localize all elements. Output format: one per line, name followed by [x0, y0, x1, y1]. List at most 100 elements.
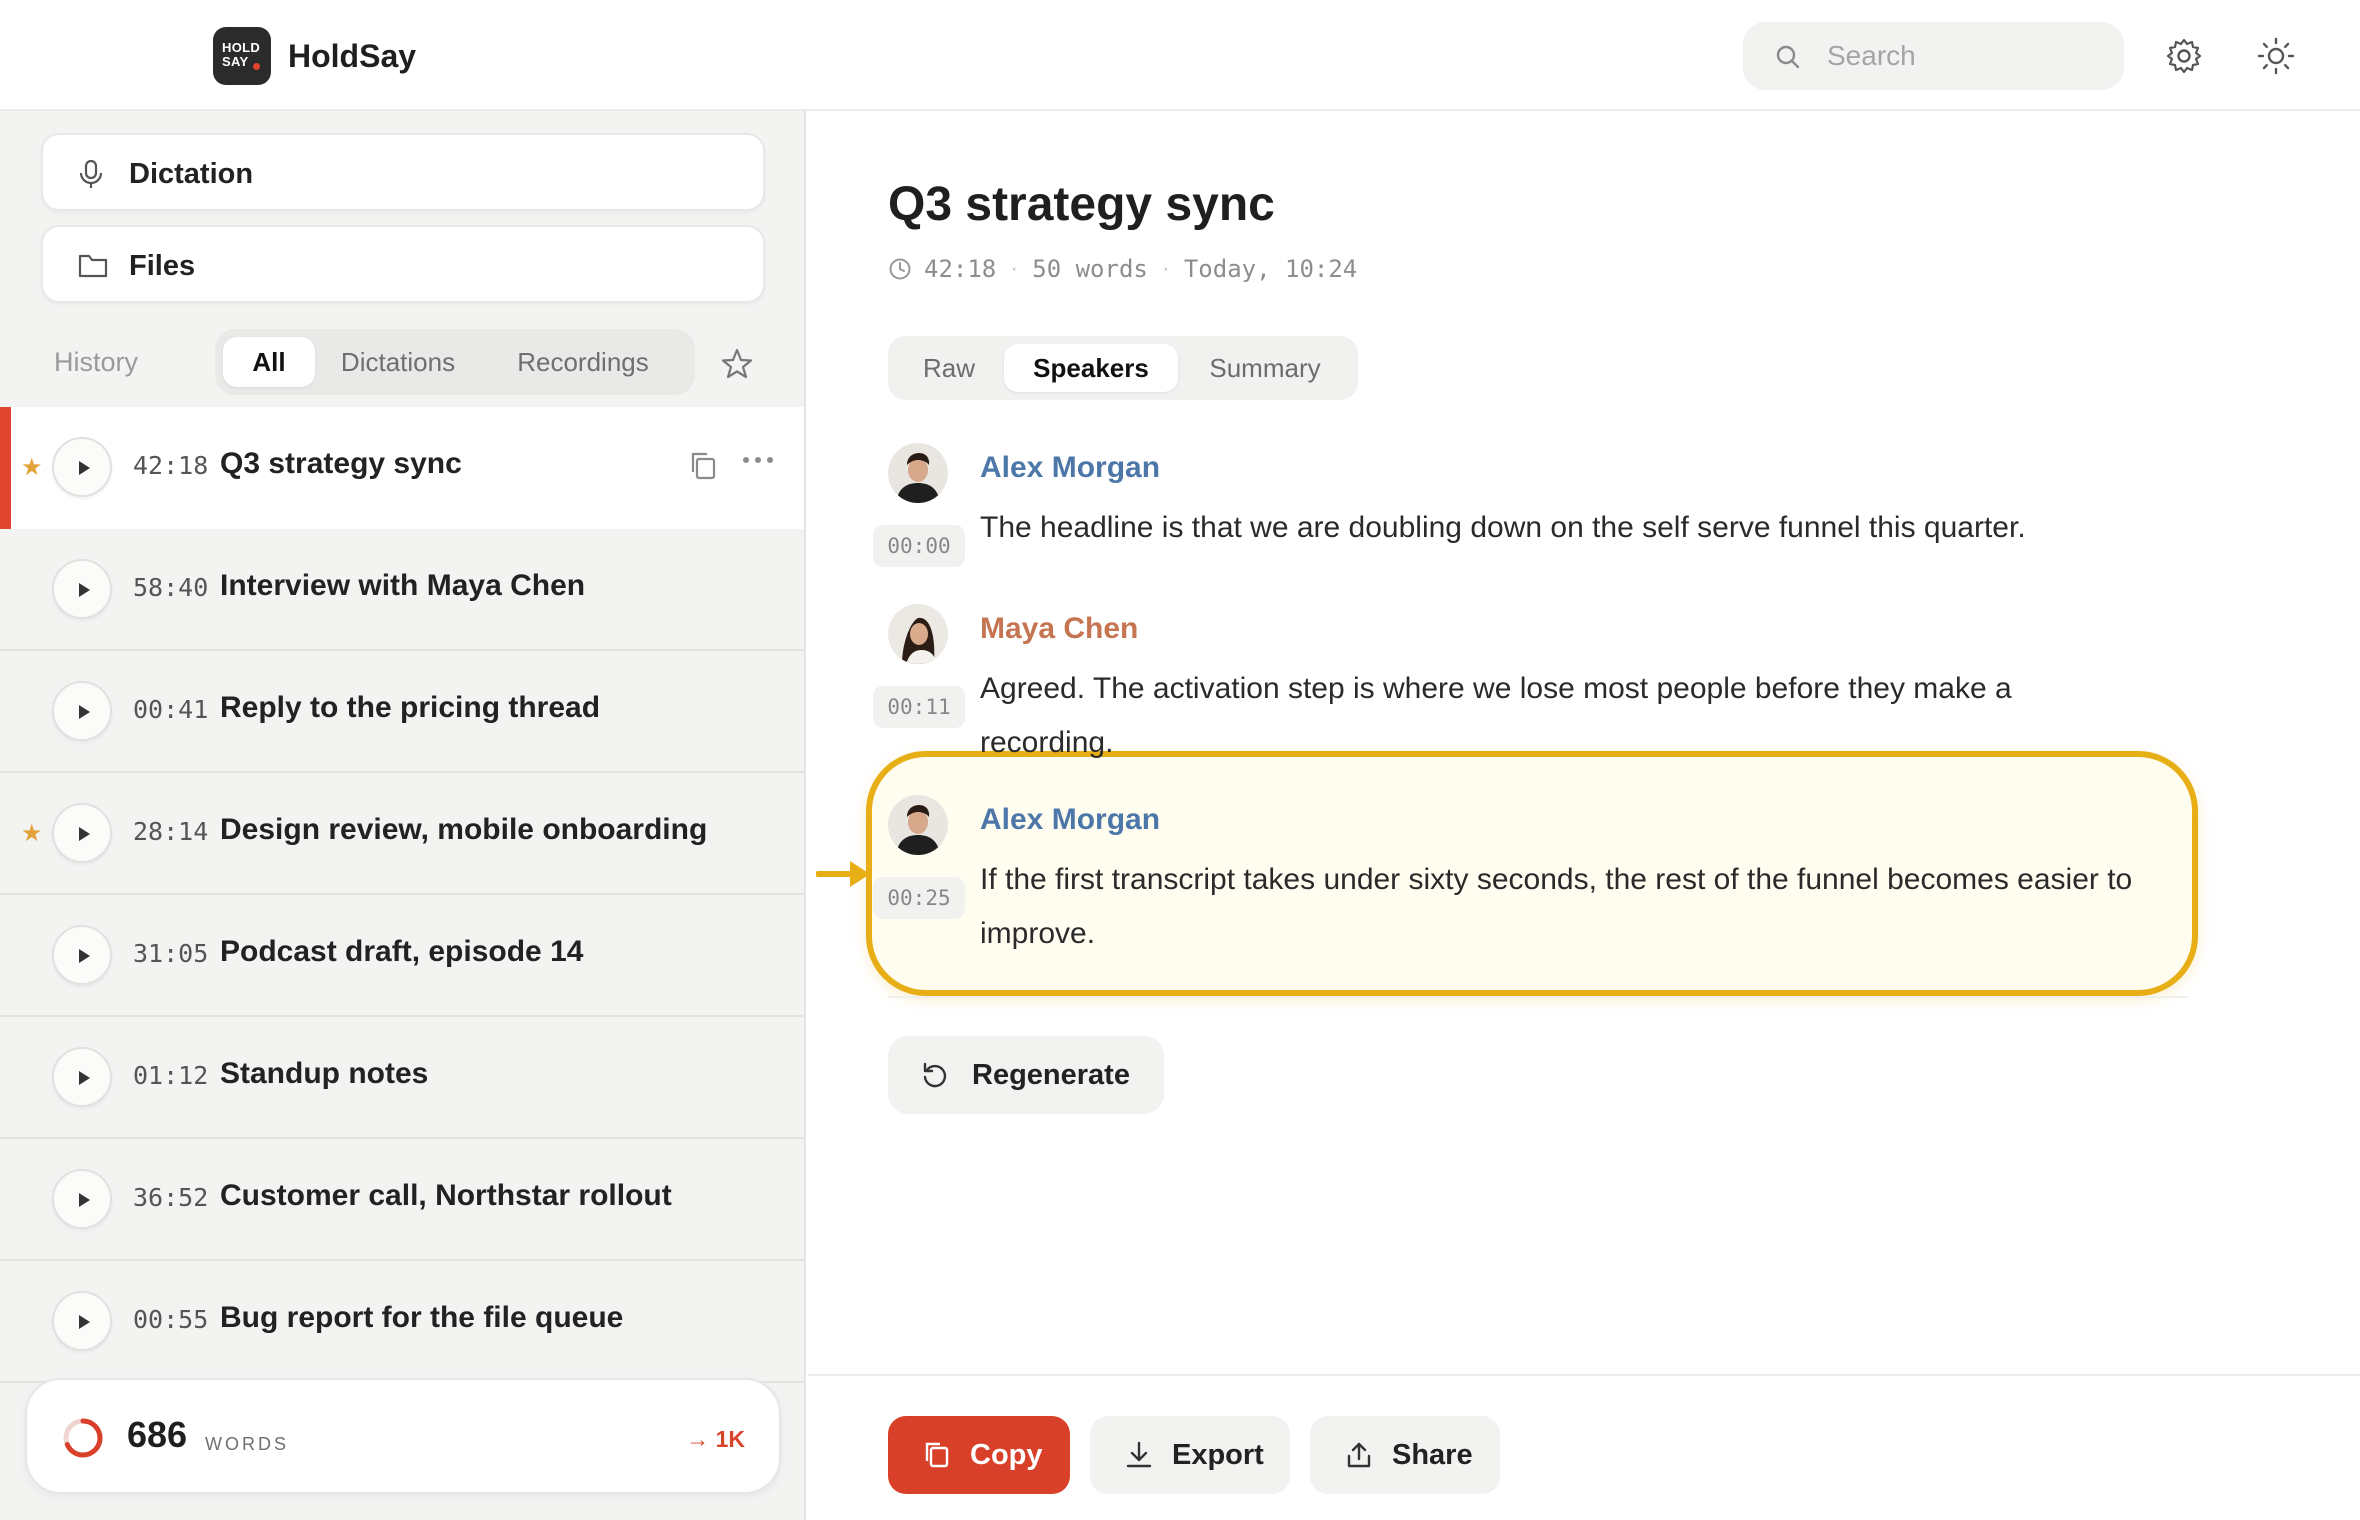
play-button[interactable] [52, 437, 112, 497]
avatar [888, 604, 948, 664]
history-item[interactable]: ★ 42:18 Q3 strategy sync [0, 407, 804, 529]
tab-summary[interactable]: Summary [1180, 344, 1350, 392]
clock-icon [889, 258, 911, 280]
word-progress-ring [63, 1418, 103, 1458]
sun-icon[interactable] [2256, 36, 2296, 76]
item-duration: 00:41 [133, 695, 209, 724]
tab-raw[interactable]: Raw [896, 344, 1002, 392]
app-name: HoldSay [288, 38, 417, 74]
sidebar: Dictation Files History All Dictations R… [0, 111, 806, 1520]
active-indicator [0, 407, 11, 529]
transcript-segment: 00:11 Maya Chen Agreed. The activation s… [873, 604, 2188, 759]
download-icon [1126, 1441, 1152, 1468]
play-button[interactable] [52, 1047, 112, 1107]
share-button[interactable]: Share [1310, 1416, 1500, 1494]
search-icon [1776, 45, 1800, 69]
segment-timestamp[interactable]: 00:25 [873, 877, 965, 919]
export-label: Export [1172, 1439, 1264, 1471]
divider [888, 996, 2188, 998]
dictation-label: Dictation [129, 158, 254, 190]
play-button[interactable] [52, 1291, 112, 1351]
item-title: Podcast draft, episode 14 [220, 935, 584, 968]
document-meta: 42:18 · 50 words · Today, 10:24 [888, 255, 1357, 283]
avatar [888, 795, 948, 855]
item-duration: 58:40 [133, 573, 209, 602]
history-item[interactable]: 00:55 Bug report for the file queue [0, 1261, 804, 1383]
top-bar: HOLD SAY HoldSay [0, 0, 2360, 111]
avatar [888, 443, 948, 503]
copy-icon [925, 1442, 949, 1468]
history-filter: All Dictations Recordings [215, 329, 695, 395]
segment-timestamp[interactable]: 00:11 [873, 686, 965, 728]
item-title: Q3 strategy sync [220, 447, 462, 480]
export-button[interactable]: Export [1090, 1416, 1290, 1494]
history-list: ★ 42:18 Q3 strategy sync 58:40 Interview… [0, 407, 804, 1383]
word-count-card: 686 WORDS → 1K [25, 1378, 781, 1494]
transcript-segment: 00:25 Alex Morgan If the first transcrip… [873, 795, 2188, 965]
word-count-label: WORDS [205, 1434, 289, 1454]
regenerate-button[interactable]: Regenerate [888, 1036, 1164, 1114]
star-icon: ★ [21, 820, 43, 847]
segment-timestamp[interactable]: 00:00 [873, 525, 965, 567]
more-icon[interactable] [742, 455, 774, 465]
star-filter-icon[interactable] [720, 347, 754, 381]
play-button[interactable] [52, 681, 112, 741]
item-title: Bug report for the file queue [220, 1301, 624, 1334]
tab-speakers[interactable]: Speakers [1004, 344, 1178, 392]
copy-label: Copy [970, 1439, 1043, 1471]
meta-timestamp: Today, 10:24 [1183, 255, 1358, 283]
play-button[interactable] [52, 1169, 112, 1229]
dictation-button[interactable]: Dictation [41, 133, 765, 211]
folder-icon [78, 254, 108, 278]
page-title: Q3 strategy sync [888, 178, 1275, 231]
search-box[interactable] [1743, 22, 2124, 90]
history-label: History [54, 347, 139, 377]
play-button[interactable] [52, 559, 112, 619]
speaker-name: Alex Morgan [980, 803, 1161, 836]
app-logo: HOLD SAY [213, 27, 271, 85]
item-title: Design review, mobile onboarding [220, 813, 708, 846]
segment-text: Agreed. The activation step is where we … [980, 672, 2012, 759]
refresh-icon [923, 1062, 947, 1088]
star-icon: ★ [21, 454, 43, 481]
item-duration: 28:14 [133, 817, 209, 846]
filter-recordings[interactable]: Recordings [483, 337, 683, 387]
item-duration: 31:05 [133, 939, 209, 968]
files-button[interactable]: Files [41, 225, 765, 303]
segment-text: If the first transcript takes under sixt… [980, 863, 2133, 950]
gear-icon[interactable] [2164, 36, 2204, 76]
microphone-icon [79, 159, 103, 188]
filter-all[interactable]: All [223, 337, 315, 387]
search-input[interactable] [1827, 34, 2107, 78]
action-bar: Copy Export Share [808, 1374, 2360, 1520]
view-tabs: Raw Speakers Summary [888, 336, 1358, 400]
regenerate-label: Regenerate [972, 1059, 1130, 1091]
item-title: Standup notes [220, 1057, 429, 1090]
main-panel: Q3 strategy sync 42:18 · 50 words · Toda… [808, 111, 2360, 1520]
speaker-name: Alex Morgan [980, 451, 1161, 484]
item-duration: 01:12 [133, 1061, 209, 1090]
history-item[interactable]: 58:40 Interview with Maya Chen [0, 529, 804, 651]
item-duration: 00:55 [133, 1305, 209, 1334]
transcript-segment: 00:00 Alex Morgan The headline is that w… [873, 443, 2188, 593]
copy-icon[interactable] [688, 450, 718, 482]
play-button[interactable] [52, 803, 112, 863]
meta-words: 50 words [1032, 255, 1148, 283]
history-item[interactable]: ★ 28:14 Design review, mobile onboarding [0, 773, 804, 895]
filter-dictations[interactable]: Dictations [323, 337, 473, 387]
word-goal: → 1K [686, 1426, 745, 1452]
history-item[interactable]: 01:12 Standup notes [0, 1017, 804, 1139]
share-label: Share [1392, 1439, 1473, 1471]
history-item[interactable]: 00:41 Reply to the pricing thread [0, 651, 804, 773]
item-title: Interview with Maya Chen [220, 569, 586, 602]
word-count-value: 686 [127, 1414, 188, 1455]
files-label: Files [129, 250, 196, 282]
history-item[interactable]: 36:52 Customer call, Northstar rollout [0, 1139, 804, 1261]
copy-button[interactable]: Copy [888, 1416, 1070, 1494]
item-duration: 36:52 [133, 1183, 209, 1212]
item-title: Reply to the pricing thread [220, 691, 601, 724]
share-icon [1347, 1442, 1371, 1468]
history-item[interactable]: 31:05 Podcast draft, episode 14 [0, 895, 804, 1017]
play-button[interactable] [52, 925, 112, 985]
speaker-name: Maya Chen [980, 612, 1139, 645]
